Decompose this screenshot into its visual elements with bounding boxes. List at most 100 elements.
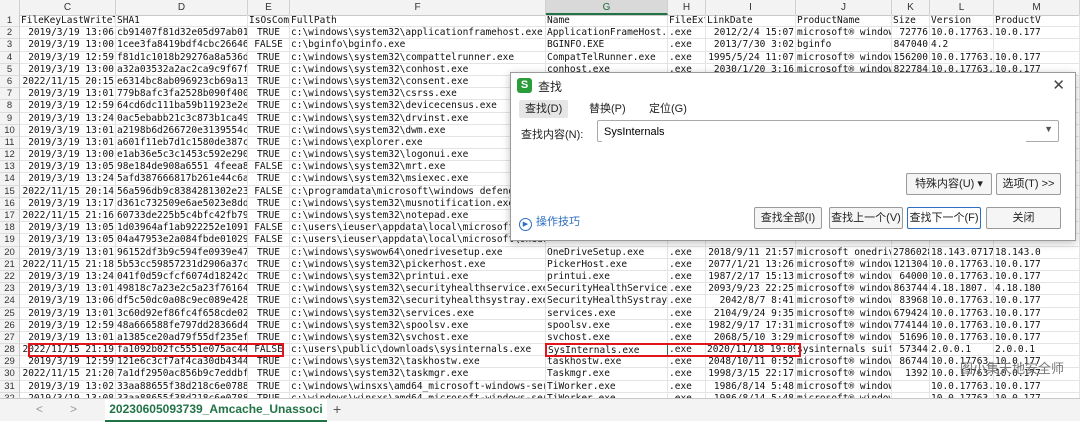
cell-f[interactable]: c:\windows\system32\spoolsv.exe bbox=[290, 319, 546, 332]
cell-d[interactable]: 041f0d59cfcf6074d18242c0b3a bbox=[116, 270, 248, 283]
options-button[interactable]: 选项(T) >> bbox=[996, 173, 1061, 195]
cell-e[interactable]: FALSE bbox=[248, 234, 290, 247]
cell-c[interactable]: 2019/3/19 13:05 bbox=[20, 234, 116, 247]
column-header-i[interactable]: I bbox=[706, 0, 796, 15]
cell-c[interactable]: FileKeyLastWriteTime bbox=[20, 15, 116, 27]
cell-e[interactable]: FALSE bbox=[248, 39, 290, 52]
cell-l[interactable]: 10.0.17763. bbox=[930, 380, 994, 393]
cell-j[interactable]: microsoft® windows® opera bbox=[796, 307, 892, 320]
row-number[interactable]: 16 bbox=[0, 197, 20, 210]
cell-d[interactable]: fa1092b02fc5551e075ac44bb4f bbox=[116, 344, 248, 357]
cell-l[interactable]: 10.0.17763. bbox=[930, 27, 994, 40]
cell-k[interactable]: 83968 bbox=[892, 295, 930, 308]
cell-c[interactable]: 2019/3/19 12:59 bbox=[20, 356, 116, 369]
cell-c[interactable]: 2022/11/15 21:19 bbox=[20, 344, 116, 357]
special-content-button[interactable]: 特殊内容(U) ▾ bbox=[906, 173, 992, 195]
cell-h[interactable]: .exe bbox=[668, 258, 706, 271]
cell-c[interactable]: 2019/3/19 13:05 bbox=[20, 222, 116, 235]
cell-h[interactable]: .exe bbox=[668, 51, 706, 64]
find-all-button[interactable]: 查找全部(I) bbox=[754, 207, 822, 229]
cell-i[interactable]: 2077/1/21 13:26 bbox=[706, 258, 796, 271]
cell-f[interactable]: c:\windows\system32\compattelrunner.exe bbox=[290, 51, 546, 64]
cell-i[interactable]: 2013/7/30 3:02 bbox=[706, 39, 796, 52]
cell-k[interactable]: 679424 bbox=[892, 307, 930, 320]
cell-d[interactable]: a601f11eb7d1c1580de387c514d bbox=[116, 136, 248, 149]
cell-f[interactable]: c:\windows\system32\csrss.exe bbox=[290, 88, 546, 101]
cell-f[interactable]: c:\windows\system32\pickerhost.exe bbox=[290, 258, 546, 271]
cell-l[interactable]: 4.18.1807. bbox=[930, 283, 994, 296]
cell-d[interactable]: 1d03964af1ab922252e1091e96 bbox=[116, 222, 248, 235]
cell-g[interactable]: PickerHost.exe bbox=[546, 258, 668, 271]
cell-i[interactable]: 1995/5/24 11:07 bbox=[706, 51, 796, 64]
row-number[interactable]: 19 bbox=[0, 234, 20, 247]
cell-d[interactable]: 0ac5ebabb21c3c873b1ca49a7cb bbox=[116, 112, 248, 125]
cell-e[interactable]: FALSE bbox=[248, 161, 290, 174]
column-header-f[interactable]: F bbox=[290, 0, 546, 15]
cell-l[interactable]: 10.0.17763. bbox=[930, 51, 994, 64]
row-number[interactable]: 9 bbox=[0, 112, 20, 125]
cell-d[interactable]: 5b53cc59857231d2906a37cbf1f bbox=[116, 258, 248, 271]
cell-k[interactable]: 51696 bbox=[892, 331, 930, 344]
cell-d[interactable]: 779b8afc3fa2528b090f400ef3df bbox=[116, 88, 248, 101]
cell-g[interactable]: SysInternals.exe bbox=[546, 344, 668, 357]
cell-d[interactable]: f81d1c1018b29276a8a536d6b4 bbox=[116, 51, 248, 64]
row-number[interactable]: 23 bbox=[0, 283, 20, 296]
cell-g[interactable]: svchost.exe bbox=[546, 331, 668, 344]
column-header-g[interactable]: G bbox=[546, 0, 668, 15]
cell-d[interactable]: 96152df3b9c594fe0939e478a48 bbox=[116, 246, 248, 259]
cell-l[interactable]: 10.0.17763. bbox=[930, 319, 994, 332]
row-number[interactable]: 15 bbox=[0, 185, 20, 198]
row-number[interactable]: 25 bbox=[0, 307, 20, 320]
cell-i[interactable]: 1982/9/17 17:31 bbox=[706, 319, 796, 332]
cell-j[interactable]: microsoft onedrive bbox=[796, 246, 892, 259]
row-number[interactable]: 13 bbox=[0, 161, 20, 174]
cell-m[interactable]: 10.0.177 bbox=[994, 258, 1080, 271]
cell-d[interactable]: df5c50dc0a08c9ec089e428a0350 bbox=[116, 295, 248, 308]
cell-d[interactable]: a1385ce20ad79f55df235eff097 bbox=[116, 331, 248, 344]
cell-d[interactable]: SHA1 bbox=[116, 15, 248, 27]
cell-f[interactable]: c:\windows\system32\notepad.exe bbox=[290, 210, 546, 222]
tab-goto[interactable]: 定位(G) bbox=[643, 100, 693, 118]
cell-g[interactable]: BGINFO.EXE bbox=[546, 39, 668, 52]
cell-i[interactable]: 1998/3/15 22:17 bbox=[706, 368, 796, 381]
cell-e[interactable]: TRUE bbox=[248, 270, 290, 283]
cell-k[interactable]: 863744 bbox=[892, 283, 930, 296]
cell-l[interactable]: 2.0.0.1 bbox=[930, 344, 994, 357]
row-number[interactable]: 12 bbox=[0, 149, 20, 162]
cell-d[interactable]: 33aa88655f38d218c6e07888157 bbox=[116, 380, 248, 393]
cell-h[interactable]: .exe bbox=[668, 344, 706, 357]
cell-h[interactable]: .exe bbox=[668, 295, 706, 308]
cell-h[interactable]: .exe bbox=[668, 246, 706, 259]
cell-f[interactable]: c:\users\ieuser\appdata\local\microsoft\… bbox=[290, 222, 546, 235]
cell-f[interactable]: c:\windows\system32\printui.exe bbox=[290, 270, 546, 283]
cell-d[interactable]: 5afd387666817b261e44c6a80e4 bbox=[116, 173, 248, 186]
cell-h[interactable]: .exe bbox=[668, 270, 706, 283]
cell-i[interactable]: 2012/2/4 15:07 bbox=[706, 27, 796, 40]
cell-e[interactable]: TRUE bbox=[248, 100, 290, 113]
close-icon[interactable]: ✕ bbox=[1052, 76, 1065, 94]
cell-d[interactable]: d361c732509e6ae5023e8dd57bf bbox=[116, 197, 248, 210]
cell-h[interactable]: .exe bbox=[668, 27, 706, 40]
cell-e[interactable]: TRUE bbox=[248, 319, 290, 332]
cell-f[interactable]: c:\windows\system32\securityhealthservic… bbox=[290, 283, 546, 296]
cell-c[interactable]: 2019/3/19 13:02 bbox=[20, 380, 116, 393]
cell-h[interactable]: .exe bbox=[668, 39, 706, 52]
cell-l[interactable]: 10.0.17763. bbox=[930, 270, 994, 283]
row-number[interactable]: 24 bbox=[0, 295, 20, 308]
cell-c[interactable]: 2019/3/19 13:01 bbox=[20, 283, 116, 296]
prev-sheet-icon[interactable]: < bbox=[36, 402, 43, 416]
column-header-k[interactable]: K bbox=[892, 0, 930, 15]
cell-g[interactable]: Name bbox=[546, 15, 668, 27]
cell-g[interactable]: Taskmgr.exe bbox=[546, 368, 668, 381]
cell-c[interactable]: 2019/3/19 13:01 bbox=[20, 124, 116, 137]
cell-m[interactable]: 10.0.177 bbox=[994, 295, 1080, 308]
row-number[interactable]: 20 bbox=[0, 246, 20, 259]
cell-h[interactable]: .exe bbox=[668, 283, 706, 296]
cell-h[interactable]: .exe bbox=[668, 380, 706, 393]
add-sheet-icon[interactable]: + bbox=[333, 401, 341, 417]
cell-e[interactable]: TRUE bbox=[248, 246, 290, 259]
cell-j[interactable]: microsoft® windows® opera bbox=[796, 283, 892, 296]
cell-e[interactable]: TRUE bbox=[248, 149, 290, 162]
cell-c[interactable]: 2019/3/19 13:24 bbox=[20, 112, 116, 125]
cell-c[interactable]: 2019/3/19 13:01 bbox=[20, 307, 116, 320]
